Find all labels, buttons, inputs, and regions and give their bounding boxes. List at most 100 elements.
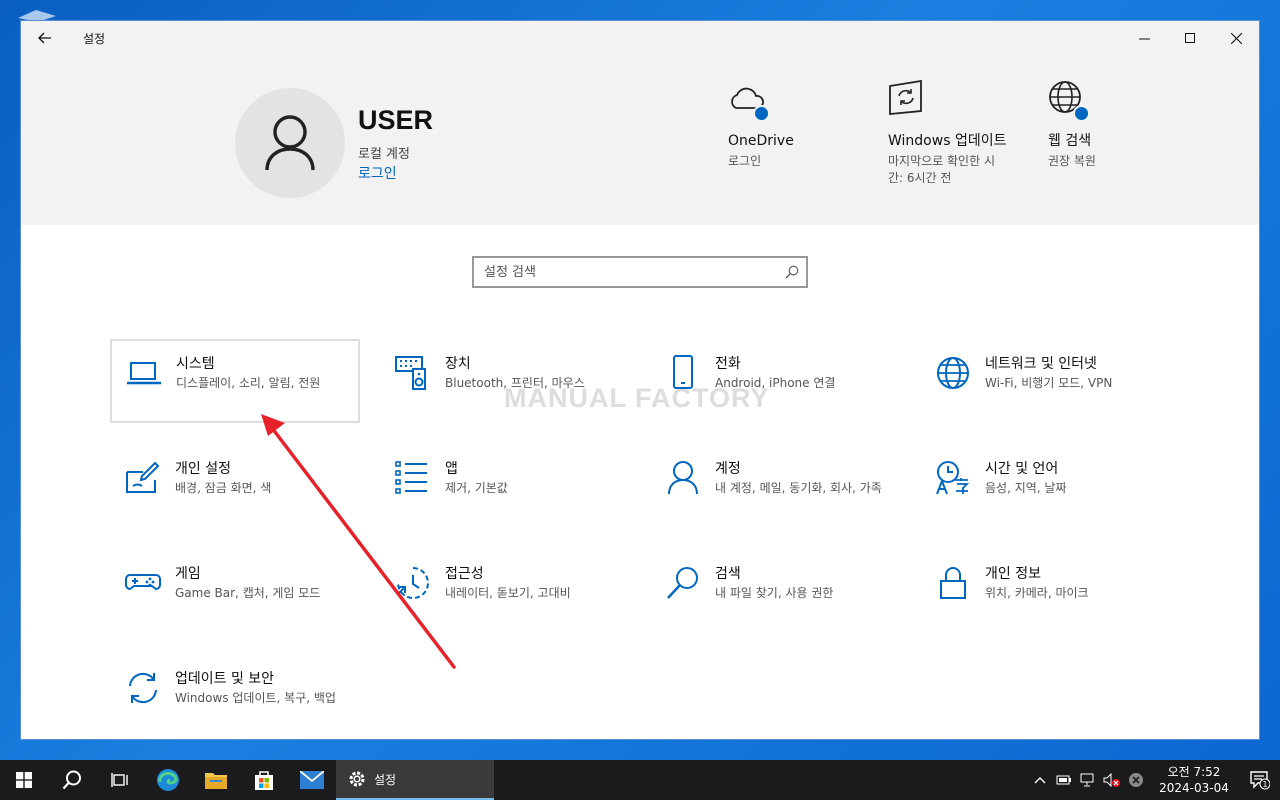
category-privacy[interactable]: 개인 정보 위치, 카메라, 마이크 — [921, 551, 1171, 635]
category-apps[interactable]: 앱 제거, 기본값 — [381, 446, 631, 530]
quick-link-subtitle: 마지막으로 확인한 시간: 6시간 전 — [888, 154, 995, 185]
category-accessibility[interactable]: 접근성 내레이터, 돋보기, 고대비 — [381, 551, 631, 635]
sync-icon — [129, 672, 157, 704]
start-button[interactable] — [0, 760, 48, 800]
category-subtitle: Game Bar, 캡처, 게임 모드 — [175, 586, 321, 600]
search-button[interactable] — [778, 258, 806, 286]
quick-link-onedrive[interactable]: OneDrive 로그인 — [728, 80, 878, 170]
quick-link-web-search[interactable]: 웹 검색 권장 복원 — [1048, 80, 1198, 170]
quick-link-windows-update[interactable]: Windows 업데이트 마지막으로 확인한 시간: 6시간 전 — [888, 79, 1008, 187]
category-title: 시스템 — [176, 356, 215, 372]
arrow-left-icon — [38, 32, 51, 44]
clock-time: 오전 7:52 — [1167, 765, 1221, 779]
show-hidden-icons-button[interactable] — [1028, 760, 1052, 800]
task-view-button[interactable] — [96, 760, 144, 800]
notification-icon: 1 — [1250, 771, 1270, 790]
category-subtitle: Android, iPhone 연결 — [715, 376, 836, 390]
update-icon — [889, 79, 922, 115]
category-subtitle: 제거, 기본값 — [445, 481, 508, 495]
category-title: 시간 및 언어 — [985, 461, 1059, 477]
category-gaming[interactable]: 게임 Game Bar, 캡처, 게임 모드 — [111, 551, 361, 635]
taskbar-store[interactable] — [240, 760, 288, 800]
category-subtitle: 디스플레이, 소리, 알림, 전원 — [176, 376, 321, 390]
category-title: 장치 — [445, 356, 471, 372]
network-button[interactable] — [1076, 760, 1100, 800]
category-title: 계정 — [715, 461, 741, 477]
back-button[interactable] — [21, 21, 69, 55]
search-input[interactable] — [474, 258, 778, 286]
quick-link-subtitle: 로그인 — [728, 154, 762, 168]
battery-button[interactable] — [1052, 760, 1076, 800]
category-search[interactable]: 검색 내 파일 찾기, 사용 권한 — [651, 551, 901, 635]
taskbar-file-explorer[interactable] — [192, 760, 240, 800]
system-tray: 오전 7:52 2024-03-04 1 — [1028, 760, 1280, 800]
taskbar-mail[interactable] — [288, 760, 336, 800]
quick-link-subtitle: 권장 복원 — [1048, 154, 1096, 168]
category-title: 검색 — [715, 566, 741, 582]
mail-icon — [300, 771, 324, 789]
error-circle-icon — [1129, 773, 1143, 787]
apps-list-icon — [395, 461, 427, 494]
keyboard-speaker-icon — [395, 356, 426, 390]
taskbar-settings-app[interactable]: 설정 — [336, 760, 494, 800]
store-icon — [255, 771, 273, 790]
minimize-button[interactable] — [1121, 21, 1167, 55]
category-subtitle: 내 파일 찾기, 사용 권한 — [715, 586, 834, 600]
category-title: 접근성 — [445, 566, 484, 582]
taskbar-edge[interactable] — [144, 760, 192, 800]
quick-link-title: OneDrive — [728, 133, 794, 149]
taskbar-search-button[interactable] — [48, 760, 96, 800]
category-accounts[interactable]: 계정 내 계정, 메일, 동기화, 회사, 가족 — [651, 446, 901, 530]
globe-icon — [937, 357, 969, 389]
accessibility-icon — [396, 567, 429, 599]
status-dot — [1073, 105, 1090, 122]
taskbar-app-label: 설정 — [374, 772, 397, 787]
volume-button[interactable] — [1100, 760, 1124, 800]
search-icon — [667, 567, 698, 599]
clock[interactable]: 오전 7:52 2024-03-04 — [1154, 764, 1234, 796]
edge-browser-icon — [157, 769, 179, 791]
gamepad-icon — [125, 574, 161, 591]
category-subtitle: 위치, 카메라, 마이크 — [985, 586, 1089, 600]
category-subtitle: 내레이터, 돋보기, 고대비 — [445, 586, 571, 600]
minimize-icon — [1138, 38, 1150, 39]
category-subtitle: Wi-Fi, 비행기 모드, VPN — [985, 376, 1113, 390]
notification-count: 1 — [1262, 780, 1267, 789]
action-center-button[interactable]: 1 — [1240, 760, 1280, 800]
category-devices[interactable]: 장치 Bluetooth, 프린터, 마우스 — [381, 341, 631, 425]
category-phone[interactable]: 전화 Android, iPhone 연결 — [651, 341, 901, 425]
category-network[interactable]: 네트워크 및 인터넷 Wi-Fi, 비행기 모드, VPN — [921, 341, 1171, 425]
window-title: 설정 — [83, 31, 106, 46]
avatar[interactable] — [235, 88, 345, 198]
volume-muted-icon — [1103, 773, 1120, 787]
account-type: 로컬 계정 — [358, 147, 410, 162]
category-time-language[interactable]: 시간 및 언어 음성, 지역, 날짜 — [921, 446, 1171, 530]
login-link[interactable]: 로그인 — [358, 163, 397, 183]
category-subtitle: Windows 업데이트, 복구, 백업 — [175, 691, 336, 705]
category-title: 개인 정보 — [985, 566, 1041, 582]
settings-search — [472, 256, 808, 288]
time-language-icon — [936, 461, 970, 495]
category-subtitle: 음성, 지역, 날짜 — [985, 481, 1067, 495]
category-subtitle: 내 계정, 메일, 동기화, 회사, 가족 — [715, 481, 882, 495]
category-title: 전화 — [715, 356, 741, 372]
paint-icon — [126, 461, 160, 493]
clock-date: 2024-03-04 — [1159, 781, 1229, 795]
title-bar: 설정 — [21, 21, 1259, 55]
settings-window: 설정 USER 로컬 계정 로그인 OneDrive 로그인 Windows 업… — [20, 20, 1260, 740]
maximize-button[interactable] — [1167, 21, 1213, 55]
phone-icon — [673, 355, 693, 389]
category-system[interactable]: 시스템 디스플레이, 소리, 알림, 전원 — [110, 339, 360, 423]
status-dot — [753, 105, 770, 122]
category-title: 업데이트 및 보안 — [175, 671, 275, 687]
category-personalization[interactable]: 개인 설정 배경, 잠금 화면, 색 — [111, 446, 361, 530]
battery-icon — [1056, 775, 1071, 785]
status-button[interactable] — [1124, 760, 1148, 800]
task-view-icon — [111, 773, 128, 787]
close-button[interactable] — [1213, 21, 1259, 55]
category-subtitle: Bluetooth, 프린터, 마우스 — [445, 376, 585, 390]
user-icon — [265, 115, 315, 171]
category-update-security[interactable]: 업데이트 및 보안 Windows 업데이트, 복구, 백업 — [111, 656, 361, 740]
taskbar: 설정 오전 7:52 2024-03-04 1 — [0, 760, 1280, 800]
chevron-up-icon — [1034, 777, 1046, 784]
